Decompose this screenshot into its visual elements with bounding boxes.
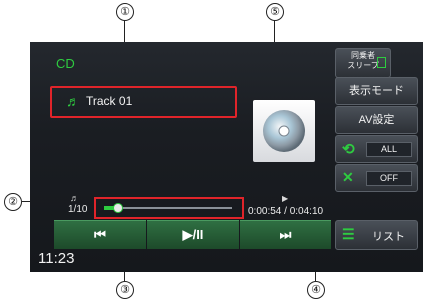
- prev-track-button[interactable]: ⏮: [54, 220, 146, 249]
- shuffle-value: OFF: [366, 171, 412, 186]
- av-settings-button[interactable]: AV設定: [335, 106, 418, 134]
- elapsed-time: 0:00:54 / 0:04:10: [248, 206, 324, 217]
- track-counter: 1/10: [68, 204, 88, 215]
- passenger-sleep-button[interactable]: 同乗者 スリープ: [335, 48, 391, 78]
- display-mode-button[interactable]: 表示モード: [335, 77, 418, 105]
- list-button[interactable]: ☰ リスト: [335, 220, 418, 250]
- track-title-box: ♬ Track 01: [50, 86, 237, 118]
- track-counter-icon: ♬: [70, 193, 79, 203]
- track-title: Track 01: [86, 94, 133, 108]
- callout-1: ①: [116, 3, 134, 21]
- callout-4: ④: [307, 281, 325, 299]
- progress-track: [104, 207, 232, 209]
- progress-knob[interactable]: [112, 203, 123, 213]
- callout-3: ③: [116, 281, 134, 299]
- audio-screen: CD ♬ Track 01 同乗者 スリープ 表示モード AV設定 ⟲ ALL …: [30, 42, 423, 272]
- list-icon: ☰: [342, 226, 355, 242]
- shuffle-button[interactable]: ✕ OFF: [335, 164, 418, 192]
- repeat-icon: ⟲: [342, 141, 355, 158]
- play-state-icon: ▶: [282, 194, 289, 203]
- cover-art: [253, 100, 315, 162]
- callout-5: ⑤: [266, 3, 284, 21]
- play-pause-button[interactable]: ▶/II: [147, 220, 239, 249]
- callout-2: ②: [4, 193, 22, 211]
- repeat-button[interactable]: ⟲ ALL: [335, 135, 418, 163]
- source-label: CD: [56, 56, 75, 71]
- sleep-indicator: [377, 57, 386, 68]
- progress-box: [94, 197, 244, 219]
- repeat-value: ALL: [366, 142, 412, 157]
- clock: 11:23: [38, 250, 75, 267]
- music-note-icon: ♬: [66, 93, 80, 109]
- shuffle-icon: ✕: [342, 169, 354, 185]
- disc-icon: [263, 110, 305, 152]
- next-track-button[interactable]: ⏭: [240, 220, 331, 249]
- list-label: リスト: [372, 231, 405, 243]
